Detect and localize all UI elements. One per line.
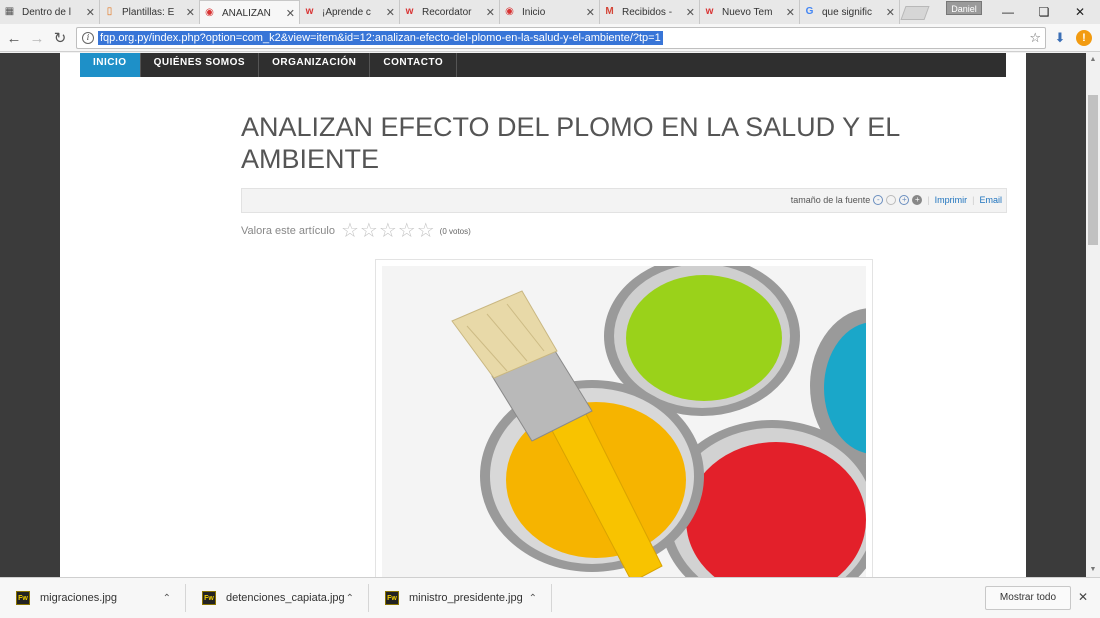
scroll-up-icon[interactable]: ▲ <box>1086 53 1100 67</box>
rating-star-icon[interactable]: ☆ <box>398 221 416 241</box>
nav-item-1[interactable]: INICIO <box>80 53 141 77</box>
m-icon: M <box>605 6 614 17</box>
tab-title: ANALIZAN <box>222 7 271 19</box>
page-scrollbar[interactable]: ▲ ▼ <box>1086 53 1100 577</box>
tab-9[interactable]: Gque signific ✕ <box>800 0 900 24</box>
back-icon[interactable]: ← <box>4 28 24 48</box>
rating-star-icon[interactable]: ☆ <box>360 221 378 241</box>
chevron-up-icon[interactable]: ⌃ <box>163 593 171 604</box>
forward-icon[interactable]: → <box>27 28 47 48</box>
download-item[interactable]: Fw migraciones.jpg ⌃ <box>0 584 186 612</box>
w-icon: w <box>305 6 314 17</box>
restore-icon[interactable]: ❏ <box>1026 0 1062 24</box>
tab-title: que signific <box>822 6 873 18</box>
reload-icon[interactable]: ↻ <box>50 28 70 48</box>
fireworks-file-icon: Fw <box>202 591 216 605</box>
tab-3[interactable]: ◉ ANALIZAN ✕ <box>200 0 300 25</box>
tab-title: Recordator <box>422 6 472 18</box>
download-filename: migraciones.jpg <box>40 592 118 604</box>
tab-1[interactable]: ▦ Dentro de l ✕ <box>0 0 100 24</box>
paint-cans-illustration <box>382 266 866 577</box>
email-link[interactable]: Email <box>979 195 1002 205</box>
nav-item-2[interactable]: QUIÉNES SOMOS <box>141 53 260 77</box>
tab-2[interactable]: ▯ Plantillas: E ✕ <box>100 0 200 24</box>
nav-item-3[interactable]: ORGANIZACIÓN <box>259 53 371 77</box>
zoom-out-icon[interactable]: - <box>873 195 884 205</box>
main-nav: INICIO QUIÉNES SOMOS ORGANIZACIÓN CONTACTO <box>80 53 1006 77</box>
url-text[interactable]: fqp.org.py/index.php?option=com_k2&view=… <box>98 31 663 45</box>
close-tab-icon[interactable]: ✕ <box>382 6 395 19</box>
extension-alert-icon[interactable]: ! <box>1076 30 1092 46</box>
rating-label: Valora este artículo <box>241 225 335 237</box>
close-tab-icon[interactable]: ✕ <box>782 6 795 19</box>
close-tab-icon[interactable]: ✕ <box>282 7 295 20</box>
font-size-label: tamaño de la fuente <box>790 195 871 205</box>
tab-4[interactable]: w ¡Aprende c ✕ <box>300 0 400 24</box>
tab-title: Recibidos - <box>622 6 673 18</box>
tab-title: ¡Aprende c <box>322 6 371 18</box>
tab-5[interactable]: w Recordator ✕ <box>400 0 500 24</box>
scroll-down-icon[interactable]: ▼ <box>1086 563 1100 577</box>
zoom-in-icon[interactable]: + <box>899 195 910 205</box>
chevron-up-icon[interactable]: ⌃ <box>529 593 537 604</box>
scroll-thumb[interactable] <box>1088 95 1098 245</box>
tab-title: Plantillas: E <box>122 6 175 18</box>
rating-star-icon[interactable]: ☆ <box>341 221 359 241</box>
w-icon: w <box>405 6 414 17</box>
puzzle-icon: ▯ <box>106 6 113 17</box>
download-filename: ministro_presidente.jpg <box>409 592 523 604</box>
page-container: INICIO QUIÉNES SOMOS ORGANIZACIÓN CONTACTO … <box>60 53 1026 577</box>
w-icon: w <box>705 6 714 17</box>
votes-count: (0 votos) <box>439 226 471 236</box>
profile-badge[interactable]: Daniel <box>946 1 982 15</box>
article-title: ANALIZAN EFECTO DEL PLOMO EN LA SALUD Y … <box>241 112 900 174</box>
download-item[interactable]: Fw ministro_presidente.jpg ⌃ <box>369 584 552 612</box>
address-bar[interactable]: i fqp.org.py/index.php?option=com_k2&vie… <box>76 27 1046 49</box>
rating-star-icon[interactable]: ☆ <box>417 221 435 241</box>
close-shelf-icon[interactable]: ✕ <box>1078 590 1088 604</box>
tab-strip: ▦ Dentro de l ✕ ▯ Plantillas: E ✕ ◉ ANALIZAN ✕ w ¡… <box>0 0 1100 25</box>
download-shelf: Fw migraciones.jpg ⌃ Fw detenciones_capiata.… <box>0 577 1100 618</box>
close-tab-icon[interactable]: ✕ <box>682 6 695 19</box>
page-viewport: INICIO QUIÉNES SOMOS ORGANIZACIÓN CONTACTO … <box>0 53 1086 577</box>
zoom-reset-icon[interactable] <box>886 195 897 205</box>
article-toolbar: tamaño de la fuente - + + | Imprimir | E… <box>241 188 1007 213</box>
tab-title: Inicio <box>522 6 546 18</box>
article-image <box>375 259 873 577</box>
g-icon: G <box>805 6 814 17</box>
download-filename: detenciones_capiata.jpg <box>226 592 345 604</box>
browser-toolbar: ← → ↻ i fqp.org.py/index.php?option=com_… <box>0 24 1100 52</box>
rating-star-icon[interactable]: ☆ <box>379 221 397 241</box>
show-all-downloads-button[interactable]: Mostrar todo <box>985 586 1071 610</box>
drop-icon: ◉ <box>205 7 214 18</box>
fireworks-file-icon: Fw <box>385 591 399 605</box>
drop-icon: ◉ <box>505 6 514 17</box>
download-item[interactable]: Fw detenciones_capiata.jpg ⌃ <box>186 584 369 612</box>
tab-title: Nuevo Tem <box>722 6 773 18</box>
rating-stars: ☆ ☆ ☆ ☆ ☆ <box>341 221 436 241</box>
close-window-icon[interactable]: ✕ <box>1062 0 1098 24</box>
tab-7[interactable]: M Recibidos - ✕ <box>600 0 700 24</box>
tab-title: Dentro de l <box>22 6 71 18</box>
tab-8[interactable]: w Nuevo Tem ✕ <box>700 0 800 24</box>
nav-item-4[interactable]: CONTACTO <box>370 53 458 77</box>
print-link[interactable]: Imprimir <box>935 195 968 205</box>
rating-row: Valora este artículo ☆ ☆ ☆ ☆ ☆ (0 votos) <box>241 221 471 241</box>
bookmark-star-icon[interactable]: ☆ <box>1029 30 1041 46</box>
close-tab-icon[interactable]: ✕ <box>82 6 95 19</box>
close-tab-icon[interactable]: ✕ <box>582 6 595 19</box>
zoom-plus-icon[interactable]: + <box>912 195 923 205</box>
chevron-up-icon[interactable]: ⌃ <box>346 593 354 604</box>
page-icon: ▦ <box>4 6 15 17</box>
info-icon[interactable]: i <box>82 32 94 44</box>
minimize-icon[interactable]: — <box>990 0 1026 24</box>
tab-6[interactable]: ◉ Inicio ✕ <box>500 0 600 24</box>
fireworks-file-icon: Fw <box>16 591 30 605</box>
close-tab-icon[interactable]: ✕ <box>182 6 195 19</box>
close-tab-icon[interactable]: ✕ <box>882 6 895 19</box>
close-tab-icon[interactable]: ✕ <box>482 6 495 19</box>
new-tab-button[interactable] <box>900 6 930 20</box>
extension-download-icon[interactable]: ⬇ <box>1052 30 1068 46</box>
